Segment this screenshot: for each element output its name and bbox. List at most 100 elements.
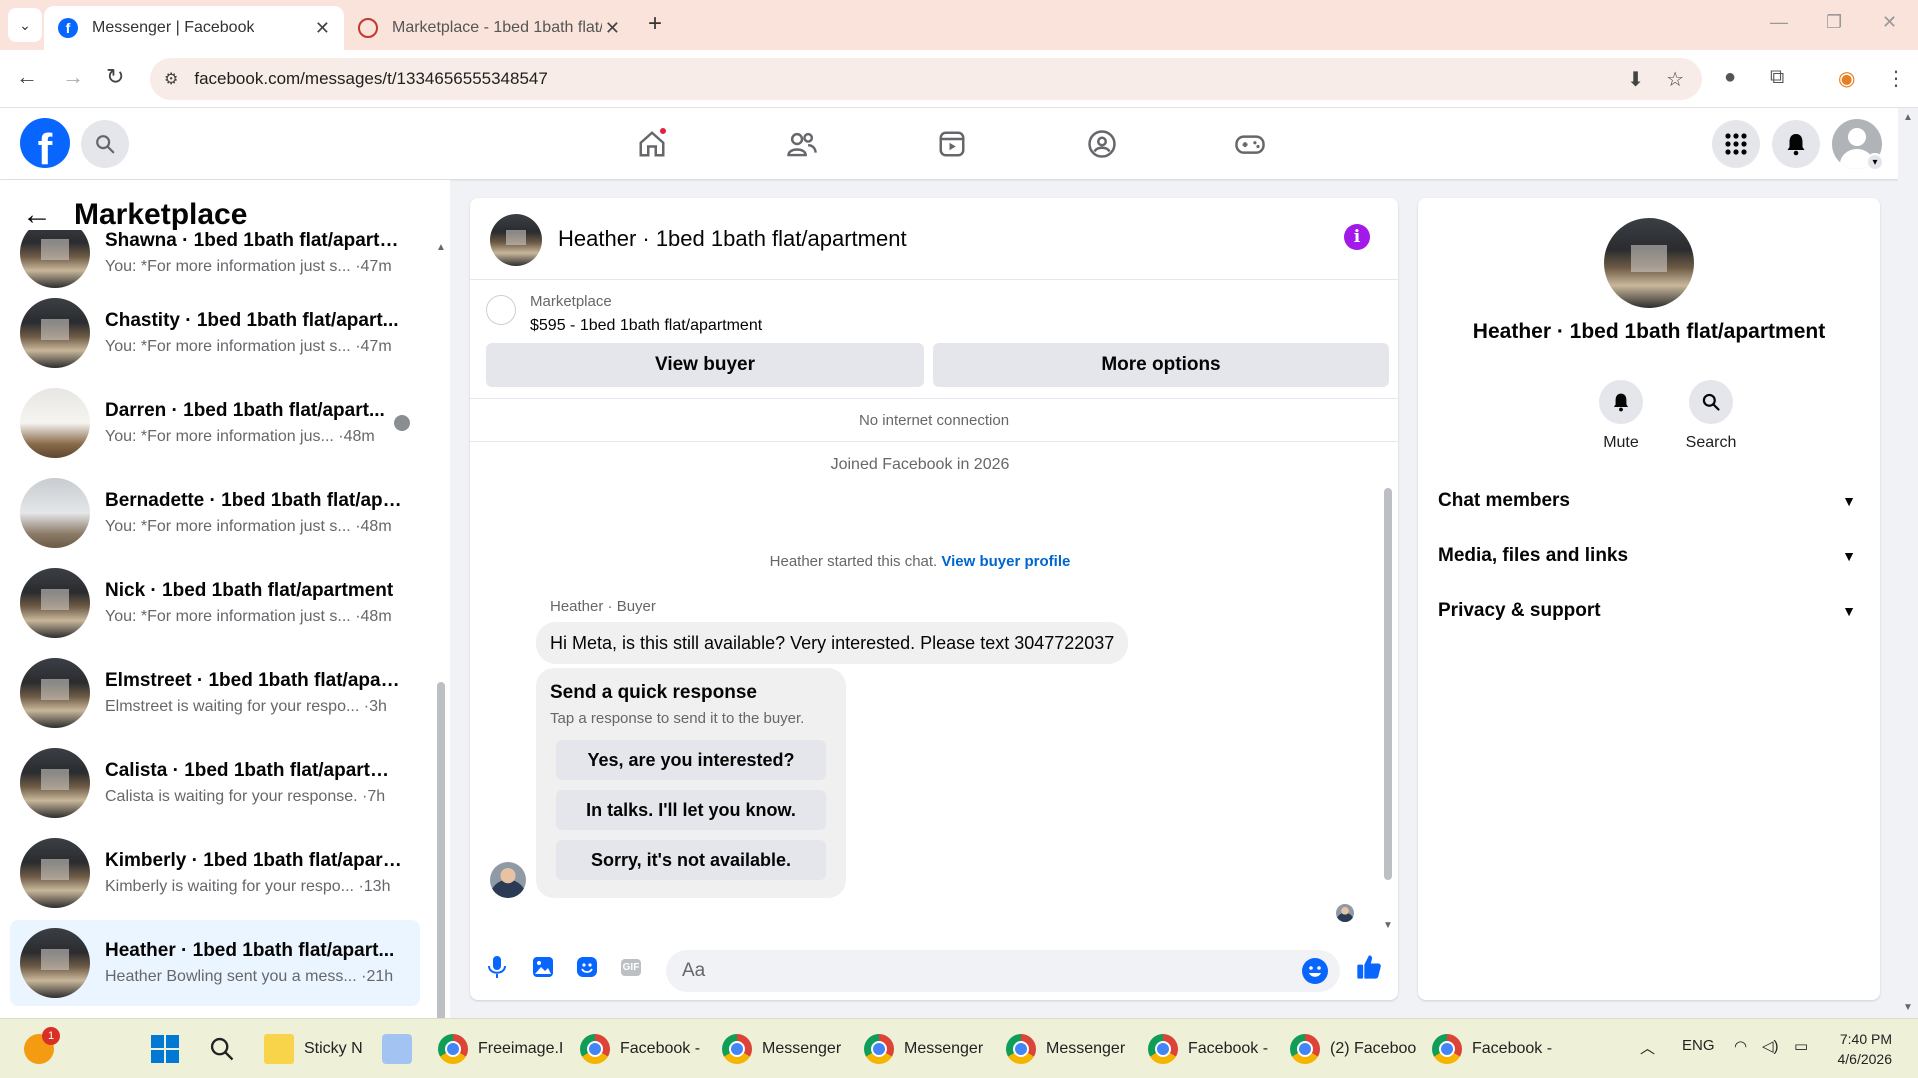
- privacy-support-section[interactable]: Privacy & support ▼: [1438, 591, 1868, 631]
- reload-icon[interactable]: ↻: [106, 64, 124, 90]
- media-files-section[interactable]: Media, files and links ▼: [1438, 536, 1868, 576]
- back-icon[interactable]: ←: [16, 64, 38, 90]
- taskbar-app-facebook[interactable]: Facebook -: [580, 1029, 700, 1069]
- bookmark-star-icon[interactable]: ☆: [1666, 67, 1684, 92]
- notifications-button[interactable]: [1772, 120, 1820, 168]
- minimize-icon[interactable]: —: [1770, 12, 1788, 33]
- home-nav[interactable]: [628, 120, 676, 168]
- language-indicator[interactable]: ENG: [1682, 1037, 1715, 1054]
- list-item-selected[interactable]: Heather · 1bed 1bath flat/apart... Heath…: [10, 920, 420, 1006]
- info-icon[interactable]: i: [1344, 224, 1370, 250]
- thumbs-up-icon[interactable]: [1354, 952, 1384, 982]
- omnibox[interactable]: ⚙ facebook.com/messages/t/13346565553485…: [150, 58, 1702, 100]
- tab-messenger[interactable]: f Messenger | Facebook ✕: [44, 6, 344, 50]
- volume-icon[interactable]: ◁): [1762, 1037, 1779, 1055]
- taskbar-app-facebook[interactable]: (2) Faceboo: [1290, 1029, 1416, 1069]
- taskbar-app-messenger[interactable]: Messenger: [722, 1029, 841, 1069]
- taskbar-snipping-tool[interactable]: [382, 1029, 422, 1069]
- install-app-icon[interactable]: ⬇: [1627, 67, 1644, 92]
- profile-icon[interactable]: ◉: [1838, 66, 1855, 91]
- scrollbar-thumb[interactable]: [1384, 488, 1392, 880]
- friends-nav[interactable]: [778, 120, 826, 168]
- close-tab-icon[interactable]: ✕: [605, 18, 620, 39]
- microphone-icon[interactable]: [484, 954, 510, 980]
- listing-thumbnail: [20, 568, 90, 638]
- tab-search-button[interactable]: ⌄: [8, 8, 42, 42]
- site-settings-icon[interactable]: ⚙: [164, 69, 178, 89]
- taskbar-label: Messenger: [1046, 1040, 1126, 1057]
- list-item[interactable]: Kimberly · 1bed 1bath flat/apart... Kimb…: [10, 830, 420, 916]
- list-item[interactable]: Nick · 1bed 1bath flat/apartment You: *F…: [10, 560, 420, 646]
- battery-icon[interactable]: ▭: [1794, 1037, 1808, 1055]
- list-item[interactable]: Darren · 1bed 1bath flat/apart... You: *…: [10, 380, 420, 466]
- scroll-up-icon[interactable]: ▲: [436, 242, 446, 253]
- message-sender: Heather · Buyer: [550, 598, 656, 615]
- list-item[interactable]: Calista · 1bed 1bath flat/apartme... Cal…: [10, 740, 420, 826]
- taskbar-sticky-notes[interactable]: Sticky N: [264, 1029, 363, 1069]
- menu-button[interactable]: [1712, 120, 1760, 168]
- url-text[interactable]: facebook.com/messages/t/1334656555348547: [194, 69, 547, 89]
- scroll-down-icon[interactable]: ▼: [1383, 920, 1393, 931]
- video-nav[interactable]: [928, 120, 976, 168]
- quick-response-button[interactable]: Yes, are you interested?: [556, 740, 826, 780]
- taskbar-app-facebook[interactable]: Facebook -: [1432, 1029, 1552, 1069]
- scrollbar-thumb[interactable]: [437, 682, 445, 1072]
- taskbar-search-button[interactable]: [208, 1029, 236, 1069]
- sticker-icon[interactable]: [574, 954, 600, 980]
- tab-marketplace[interactable]: Marketplace - 1bed 1bath flat/a ✕: [344, 6, 634, 50]
- conversation-name: Calista · 1bed 1bath flat/apartme...: [105, 760, 402, 781]
- scroll-down-icon[interactable]: ▼: [1903, 1002, 1913, 1013]
- weather-widget[interactable]: 1: [24, 1027, 64, 1069]
- new-tab-button[interactable]: +: [648, 10, 662, 38]
- close-tab-icon[interactable]: ✕: [315, 18, 330, 39]
- taskbar-app-freeimage[interactable]: Freeimage.I: [438, 1029, 563, 1069]
- chat-title[interactable]: Heather · 1bed 1bath flat/apartment: [558, 226, 907, 252]
- extensions-icon[interactable]: ⧉: [1770, 66, 1784, 89]
- photo-icon[interactable]: [530, 954, 556, 980]
- gaming-nav[interactable]: [1226, 120, 1274, 168]
- message-bubble[interactable]: Hi Meta, is this still available? Very i…: [536, 622, 1129, 664]
- chat-avatar[interactable]: [490, 214, 542, 266]
- close-window-icon[interactable]: ✕: [1882, 12, 1897, 33]
- scroll-up-icon[interactable]: ▲: [1903, 112, 1913, 123]
- back-arrow-icon[interactable]: ←: [22, 198, 52, 232]
- conversation-time: ·7h: [362, 788, 386, 805]
- cookie-extension-icon[interactable]: ●: [1724, 66, 1736, 89]
- more-options-button[interactable]: More options: [933, 343, 1389, 387]
- view-buyer-button[interactable]: View buyer: [486, 343, 924, 387]
- taskbar-app-messenger[interactable]: Messenger: [864, 1029, 983, 1069]
- details-avatar[interactable]: [1604, 218, 1694, 308]
- emoji-icon[interactable]: [1302, 958, 1328, 984]
- listing-price[interactable]: $595 - 1bed 1bath flat/apartment: [530, 317, 762, 335]
- search-conversation-button[interactable]: Search: [1666, 380, 1756, 452]
- list-item[interactable]: Chastity · 1bed 1bath flat/apart... You:…: [10, 290, 420, 376]
- quick-response-button[interactable]: Sorry, it's not available.: [556, 840, 826, 880]
- gif-icon[interactable]: GIF: [618, 954, 644, 980]
- tray-overflow-icon[interactable]: ︿: [1640, 1037, 1655, 1058]
- listing-status-radio[interactable]: [486, 295, 516, 325]
- page-scrollbar[interactable]: ▲ ▼: [1898, 108, 1918, 1018]
- chat-scrollbar[interactable]: ▼: [1380, 418, 1396, 938]
- taskbar-app-messenger[interactable]: Messenger: [1006, 1029, 1125, 1069]
- restore-icon[interactable]: ❐: [1826, 12, 1842, 33]
- account-button[interactable]: ▾: [1832, 119, 1884, 171]
- buyer-avatar[interactable]: [490, 862, 526, 898]
- forward-icon[interactable]: →: [62, 64, 84, 90]
- list-item[interactable]: Shawna · 1bed 1bath flat/apartm... You: …: [10, 230, 420, 296]
- wifi-icon[interactable]: ◠: [1734, 1037, 1747, 1055]
- facebook-logo-icon[interactable]: f: [20, 118, 70, 168]
- groups-nav[interactable]: [1078, 120, 1126, 168]
- mute-button[interactable]: Mute: [1576, 380, 1666, 452]
- search-button[interactable]: [81, 120, 129, 168]
- message-input[interactable]: Aa: [666, 950, 1340, 992]
- chat-members-section[interactable]: Chat members ▼: [1438, 481, 1868, 521]
- browser-menu-icon[interactable]: ⋮: [1886, 66, 1906, 91]
- start-button[interactable]: [150, 1029, 180, 1069]
- taskbar-app-facebook[interactable]: Facebook -: [1148, 1029, 1268, 1069]
- quick-response-button[interactable]: In talks. I'll let you know.: [556, 790, 826, 830]
- view-buyer-profile-link[interactable]: View buyer profile: [941, 553, 1070, 570]
- sidebar-scrollbar[interactable]: ▲ ▼: [434, 242, 448, 1078]
- list-item[interactable]: Bernadette · 1bed 1bath flat/apa... You:…: [10, 470, 420, 556]
- list-item[interactable]: Elmstreet · 1bed 1bath flat/apart... Elm…: [10, 650, 420, 736]
- system-clock[interactable]: 7:40 PM 4/6/2026: [1838, 1029, 1893, 1069]
